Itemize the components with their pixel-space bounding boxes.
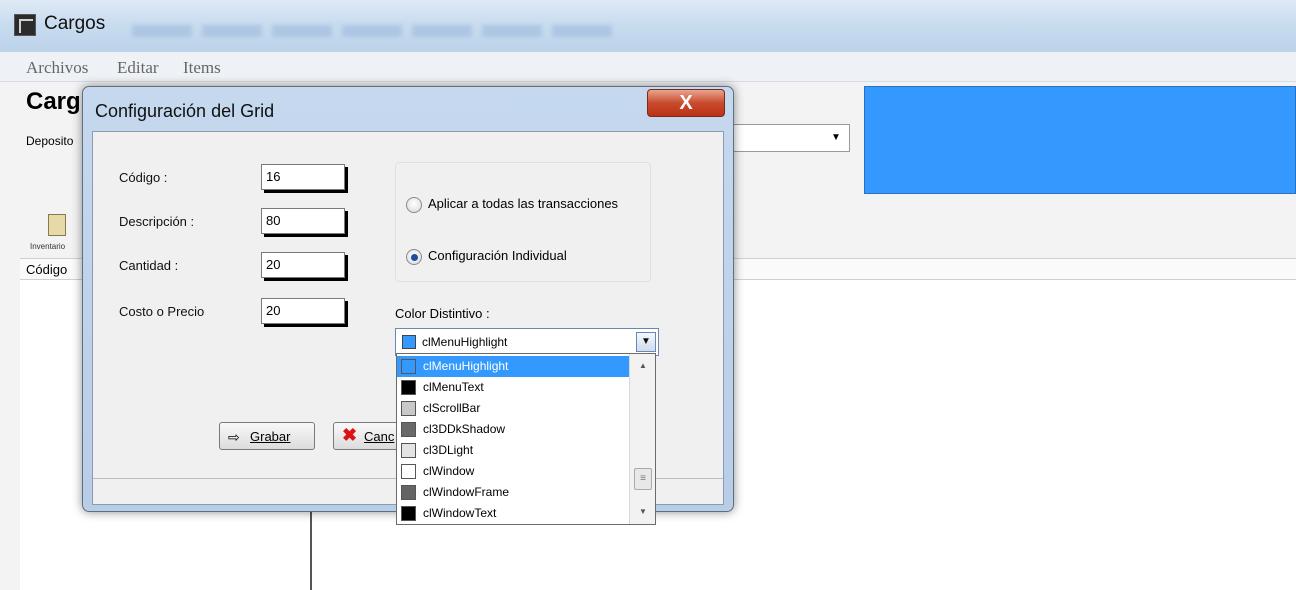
deposito-select[interactable]: ▼ <box>732 124 850 152</box>
clipboard-icon <box>48 214 66 236</box>
color-option[interactable]: cl3DDkShadow <box>397 419 629 440</box>
color-option-label: clMenuText <box>423 380 484 394</box>
color-swatch <box>402 335 416 349</box>
chevron-down-icon[interactable]: ▼ <box>636 332 656 352</box>
scroll-up-icon[interactable]: ▲ <box>634 358 652 374</box>
close-button[interactable]: X <box>647 89 725 117</box>
color-option-label: clWindow <box>423 464 475 478</box>
page-title: Carg <box>26 88 81 115</box>
color-select[interactable]: clMenuHighlight ▼ <box>395 328 659 356</box>
cantidad-label: Cantidad : <box>119 258 179 273</box>
apply-all-label[interactable]: Aplicar a todas las transacciones <box>428 196 618 211</box>
apply-scope-group: Aplicar a todas las transacciones Config… <box>395 162 651 282</box>
color-dropdown-list[interactable]: clMenuHighlight clMenuText clScrollBar cl3D… <box>396 353 656 525</box>
color-option-label: clMenuHighlight <box>423 359 509 373</box>
codigo-input[interactable]: 16 <box>261 164 345 190</box>
costo-precio-label: Costo o Precio <box>119 304 205 319</box>
color-swatch <box>401 401 416 416</box>
color-option[interactable]: clWindowFrame <box>397 482 629 503</box>
color-option-label: clWindowText <box>423 506 497 520</box>
color-option[interactable]: clWindowText <box>397 503 629 524</box>
grabar-button[interactable]: ⇨ Grabar <box>219 422 315 450</box>
descripcion-input[interactable]: 80 <box>261 208 345 234</box>
grid-divider <box>310 504 312 590</box>
dialog-title: Configuración del Grid <box>95 101 275 121</box>
color-swatch <box>401 380 416 395</box>
app-icon <box>14 14 36 36</box>
color-option-label: cl3DDkShadow <box>423 422 506 436</box>
color-swatch <box>401 359 416 374</box>
color-option-label: clWindowFrame <box>423 485 510 499</box>
menubar: Archivos Editar Items <box>0 52 1296 82</box>
color-swatch <box>401 422 416 437</box>
menu-editar[interactable]: Editar <box>117 58 159 78</box>
color-swatch <box>401 464 416 479</box>
cantidad-input[interactable]: 20 <box>261 252 345 278</box>
scroll-thumb[interactable]: ≡ <box>634 468 652 490</box>
menu-archivos[interactable]: Archivos <box>26 58 88 78</box>
grid-column-codigo[interactable]: Código <box>26 262 67 277</box>
chevron-down-icon[interactable]: ▼ <box>827 129 845 147</box>
color-option[interactable]: clMenuHighlight <box>397 356 629 377</box>
color-option-label: clScrollBar <box>423 401 481 415</box>
descripcion-label: Descripción : <box>119 214 195 229</box>
color-option[interactable]: clWindow <box>397 461 629 482</box>
color-option[interactable]: clMenuText <box>397 377 629 398</box>
save-icon: ⇨ <box>228 429 240 445</box>
color-swatch <box>401 485 416 500</box>
apply-all-radio[interactable] <box>406 197 422 213</box>
color-swatch <box>401 506 416 521</box>
menu-items[interactable]: Items <box>183 58 221 78</box>
scroll-down-icon[interactable]: ▼ <box>634 504 652 520</box>
individual-config-radio[interactable] <box>406 249 422 265</box>
color-select-value: clMenuHighlight <box>422 335 508 349</box>
blurred-navigation <box>132 25 612 37</box>
color-option[interactable]: cl3DLight <box>397 440 629 461</box>
costo-precio-input[interactable]: 20 <box>261 298 345 324</box>
codigo-label: Código : <box>119 170 168 185</box>
scrollbar[interactable]: ▲ ≡ ▼ <box>629 354 655 524</box>
inventario-button[interactable]: Inventario <box>26 210 86 254</box>
window-title: Cargos <box>44 13 106 34</box>
deposito-label: Deposito <box>26 134 74 148</box>
inventario-label: Inventario <box>30 242 66 251</box>
color-swatch <box>401 443 416 458</box>
window-titlebar: Cargos <box>0 0 1296 52</box>
color-distintivo-label: Color Distintivo : <box>395 306 490 321</box>
grabar-label: Grabar <box>250 429 291 444</box>
cancel-label: Canc <box>364 429 395 444</box>
individual-config-label[interactable]: Configuración Individual <box>428 248 567 263</box>
color-option[interactable]: clScrollBar <box>397 398 629 419</box>
color-option-label: cl3DLight <box>423 443 474 457</box>
color-preview-panel <box>864 86 1296 194</box>
cancel-icon: ✖ <box>342 425 358 445</box>
